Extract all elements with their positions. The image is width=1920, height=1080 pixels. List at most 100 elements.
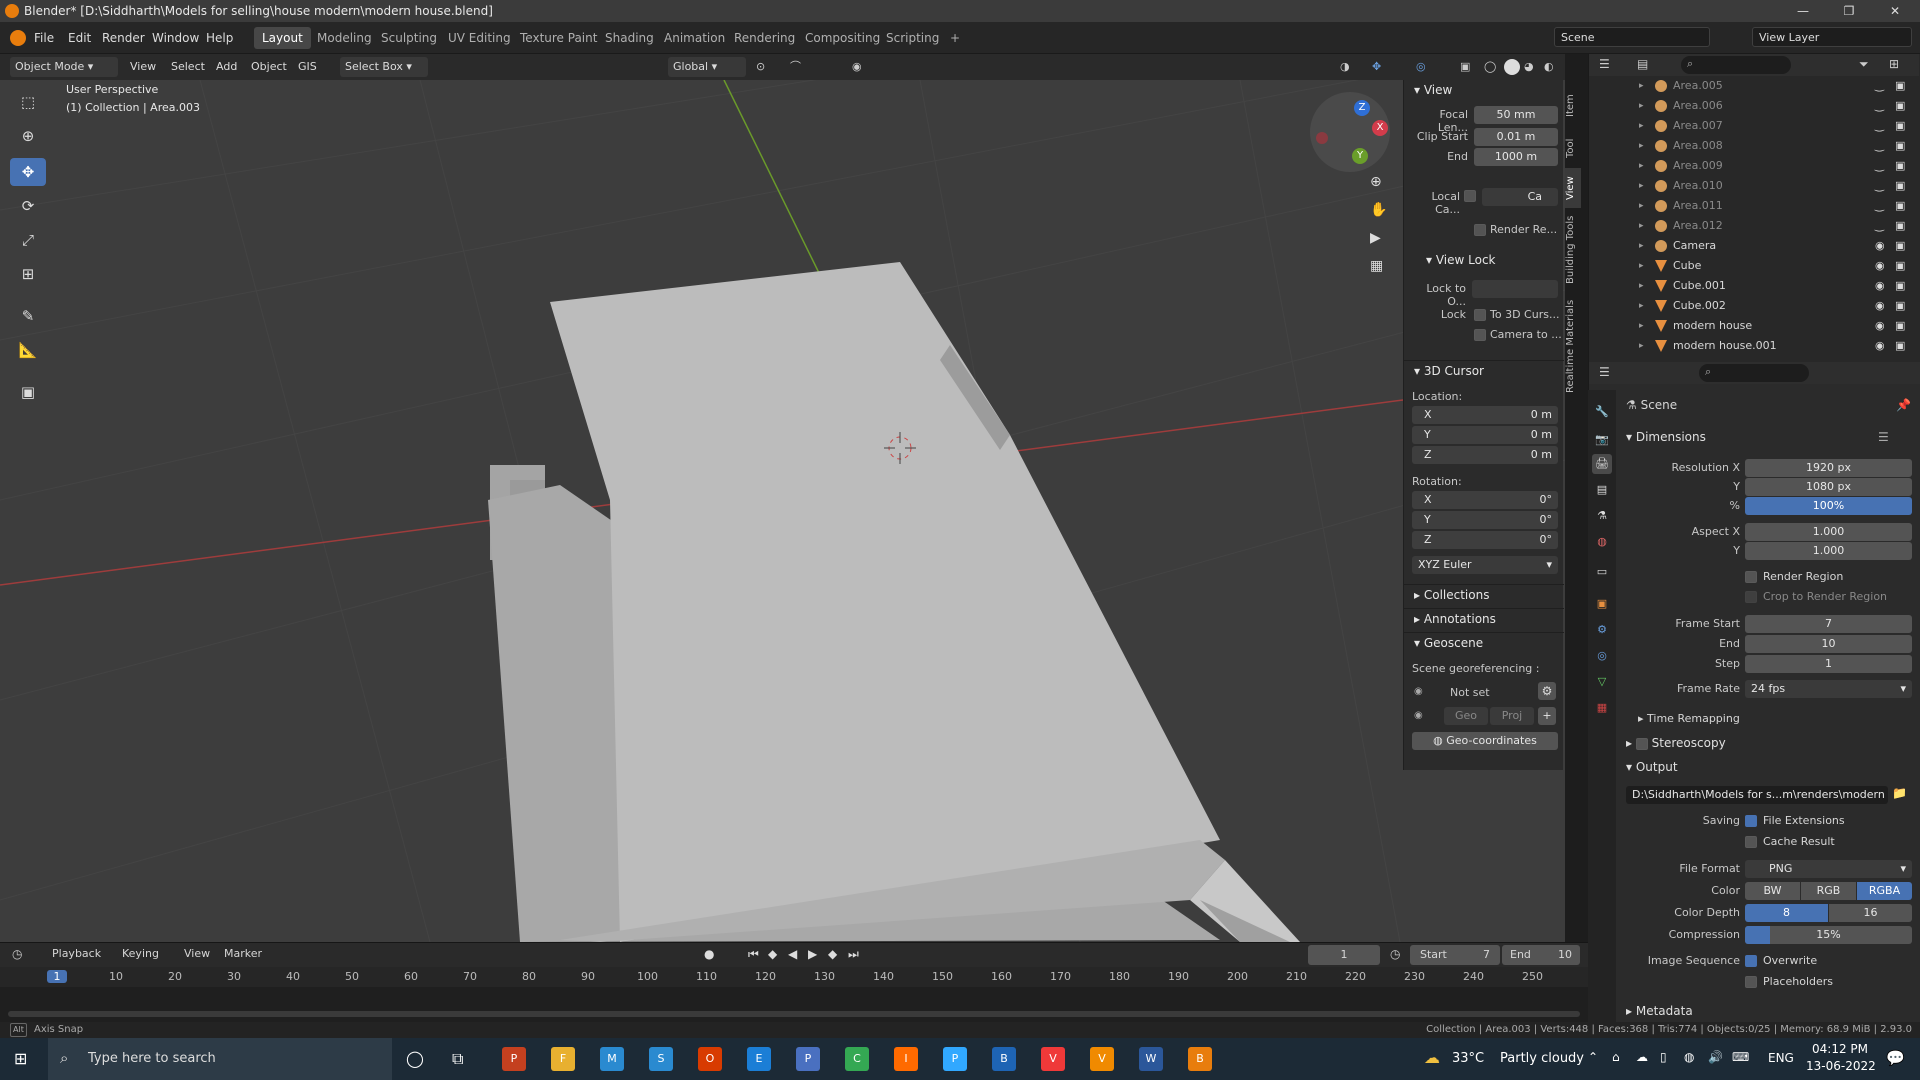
presets-icon[interactable]: ☰ [1878,430,1889,444]
tab-tool[interactable]: Tool [1565,130,1581,166]
onedrive-icon[interactable]: ☁ [1636,1050,1648,1064]
cursor-rotation-z[interactable]: Z 0° [1412,531,1558,549]
vivaldi-app-icon[interactable]: V [1041,1047,1065,1071]
windows-start-icon[interactable]: ⊞ [14,1049,27,1068]
outliner-row[interactable]: ▸ Area.009 ‿ ▣ [1589,156,1919,176]
outliner-row[interactable]: ▸ Cube.002 ◉ ▣ [1589,296,1919,316]
transform-tool-icon[interactable]: ⊞ [10,260,46,288]
blender-menu-icon[interactable] [10,30,26,46]
outliner-row[interactable]: ▸ Area.008 ‿ ▣ [1589,136,1919,156]
add-cube-tool-icon[interactable]: ▣ [10,378,46,406]
expand-arrow-icon[interactable]: ▸ [1639,196,1644,216]
office-app-icon[interactable]: O [698,1047,722,1071]
aspect-x-field[interactable]: 1.000 [1745,523,1912,541]
geo-button[interactable]: Geo [1444,707,1488,725]
render-visibility-icon[interactable]: ▣ [1895,136,1905,156]
pan-hand-icon[interactable]: ✋ [1370,202,1387,218]
render-visibility-icon[interactable]: ▣ [1895,196,1905,216]
language-indicator[interactable]: ENG [1768,1051,1794,1065]
end-frame-field[interactable]: End 10 [1502,945,1580,965]
volume-icon[interactable]: 🔊 [1708,1050,1723,1064]
object-mode-dropdown[interactable]: Object Mode ▾ [10,57,118,77]
dopesheet-area[interactable] [0,987,1588,1027]
menu-window[interactable]: Window [152,29,199,47]
show-hidden-icons-icon[interactable]: ⌃ [1588,1050,1598,1064]
expand-arrow-icon[interactable]: ▸ [1639,296,1644,316]
3d-cursor-header[interactable]: ▾ 3D Cursor [1404,360,1564,380]
outliner-search-input[interactable]: ⌕ [1681,56,1791,74]
current-frame-field[interactable]: 1 [1308,945,1380,965]
expand-arrow-icon[interactable]: ▸ [1639,216,1644,236]
scale-tool-icon[interactable]: ⤢ [10,226,46,254]
visibility-eye-icon[interactable]: ◉ [1875,276,1885,296]
zoom-icon[interactable]: ⊕ [1370,174,1382,190]
tab-item[interactable]: Item [1565,86,1581,126]
resolution-x-field[interactable]: 1920 px [1745,459,1912,477]
output-header[interactable]: ▾ Output [1626,760,1678,774]
cursor-location-z[interactable]: Z 0 m [1412,446,1558,464]
outliner-row[interactable]: ▸ Camera ◉ ▣ [1589,236,1919,256]
cursor-rotation-y[interactable]: Y 0° [1412,511,1558,529]
gizmo-neg-x[interactable] [1316,132,1328,144]
cursor-location-y[interactable]: Y 0 m [1412,426,1558,444]
outliner-row[interactable]: ▸ Area.010 ‿ ▣ [1589,176,1919,196]
outliner-row[interactable]: ▸ Area.012 ‿ ▣ [1589,216,1919,236]
time-remapping-header[interactable]: ▸ Time Remapping [1638,712,1740,725]
geo-coordinates-button[interactable]: ◍ Geo-coordinates [1412,732,1558,750]
menu-help[interactable]: Help [206,29,233,47]
weather-icon[interactable]: ☁ [1424,1048,1440,1067]
properties-search-input[interactable]: ⌕ [1699,364,1809,382]
render-visibility-icon[interactable]: ▣ [1895,96,1905,116]
select-menu[interactable]: Select [171,57,205,77]
visibility-eye-icon[interactable]: ◉ [1875,236,1885,256]
tab-compositing[interactable]: Compositing [797,27,888,49]
resolution-percent-field[interactable]: 100% [1745,497,1912,515]
expand-arrow-icon[interactable]: ▸ [1639,136,1644,156]
network-icon[interactable]: ⌂ [1612,1050,1620,1064]
resolution-y-field[interactable]: 1080 px [1745,478,1912,496]
visibility-eye-icon[interactable]: ‿ [1875,196,1884,216]
outliner-row[interactable]: ▸ Area.011 ‿ ▣ [1589,196,1919,216]
local-camera-checkbox[interactable] [1464,190,1476,202]
gizmo-z-axis[interactable]: Z [1354,100,1370,116]
jump-end-icon[interactable]: ⏭ [848,947,859,962]
tab-modeling[interactable]: Modeling [309,27,380,49]
mail-app-icon[interactable]: M [600,1047,624,1071]
camera-to-view-checkbox[interactable] [1474,329,1486,341]
view-lock-header[interactable]: ▾ View Lock [1404,250,1564,270]
pin-icon[interactable]: 📌 [1896,398,1911,412]
display-mode-icon[interactable]: ▤ [1637,57,1648,71]
cache-result-checkbox[interactable] [1745,836,1757,848]
move-tool-icon[interactable]: ✥ [10,158,46,186]
color-rgb-button[interactable]: RGB [1801,882,1856,900]
weather-temp[interactable]: 33°C [1452,1051,1484,1066]
proportional-edit-icon[interactable]: ◉ [852,57,862,77]
outliner-row[interactable]: ▸ modern house.001 ◉ ▣ [1589,336,1919,356]
chrome-app-icon[interactable]: C [845,1047,869,1071]
visibility-eye-icon[interactable]: ‿ [1875,96,1884,116]
annotate-tool-icon[interactable]: ✎ [10,302,46,330]
tool-props-icon[interactable]: 🔧 [1592,402,1612,422]
depth-16-button[interactable]: 16 [1829,904,1912,922]
render-visibility-icon[interactable]: ▣ [1895,236,1905,256]
blender-app-icon[interactable]: B [1188,1047,1212,1071]
outliner-row[interactable]: ▸ Area.005 ‿ ▣ [1589,76,1919,96]
expand-arrow-icon[interactable]: ▸ [1639,236,1644,256]
menu-file[interactable]: File [34,29,54,47]
visibility-eye-icon[interactable]: ◉ [1875,316,1885,336]
file-explorer-app-icon[interactable]: F [551,1047,575,1071]
visibility-eye-icon[interactable]: ‿ [1875,176,1884,196]
render-region-checkbox[interactable] [1474,224,1486,236]
expand-arrow-icon[interactable]: ▸ [1639,76,1644,96]
3d-viewport[interactable]: User Perspective (1) Collection | Area.0… [0,80,1565,942]
visibility-eye-icon[interactable]: ‿ [1875,216,1884,236]
expand-arrow-icon[interactable]: ▸ [1639,256,1644,276]
material-shading-icon[interactable]: ◕ [1524,57,1534,77]
add-workspace-button[interactable]: + [942,27,968,49]
folder-browse-icon[interactable]: 📁 [1892,786,1907,800]
proj-button[interactable]: Proj [1490,707,1534,725]
render-visibility-icon[interactable]: ▣ [1895,156,1905,176]
clip-start-field[interactable]: 0.01 m [1474,128,1558,146]
expand-arrow-icon[interactable]: ▸ [1639,276,1644,296]
playback-menu[interactable]: Playback [52,947,101,960]
